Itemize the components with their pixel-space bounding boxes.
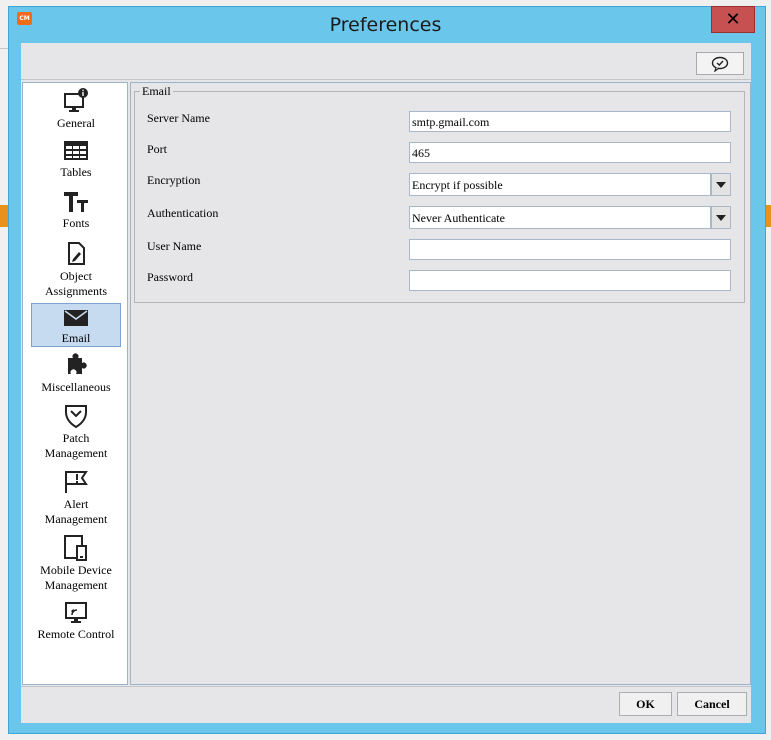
sidebar-item-label: Tables (60, 165, 92, 179)
authentication-label: Authentication (147, 206, 219, 220)
close-button[interactable]: ✕ (711, 6, 755, 33)
sidebar-item-label: Patch Management (44, 431, 108, 460)
devices-icon (64, 535, 87, 561)
sidebar-item-label: Miscellaneous (41, 380, 111, 394)
sidebar-item-label: Email (61, 331, 91, 345)
authentication-select[interactable]: Never Authenticate (409, 206, 731, 229)
sidebar-item-email[interactable]: Email (31, 303, 121, 347)
puzzle-icon (68, 353, 87, 374)
feedback-button[interactable] (696, 52, 744, 75)
encryption-dropdown-button[interactable] (711, 173, 731, 196)
encryption-select[interactable]: Encrypt if possible (409, 173, 731, 196)
chevron-down-icon (716, 214, 726, 221)
sidebar-item-label: Object Assignments (44, 269, 107, 298)
sidebar-item-label: General (57, 116, 95, 130)
sidebar-item-label: Alert Management (44, 497, 108, 526)
ok-button[interactable]: OK (619, 692, 672, 716)
sidebar-item-label: Remote Control (37, 627, 115, 641)
sidebar-item-label: Fonts (62, 216, 90, 230)
flag-icon (65, 471, 88, 493)
speech-bubble-check-icon (711, 56, 729, 72)
server-name-label: Server Name (147, 111, 210, 125)
toolbar-divider (21, 79, 751, 80)
sidebar-item-remote-control[interactable]: Remote Control (31, 601, 121, 642)
sidebar-item-fonts[interactable]: Fonts (31, 190, 121, 231)
sidebar-item-patch-management[interactable]: Patch Management (31, 403, 121, 461)
port-field[interactable]: 465 (409, 142, 731, 163)
cancel-button[interactable]: Cancel (677, 692, 747, 716)
close-icon: ✕ (725, 9, 741, 30)
dialog-title: Preferences (329, 14, 442, 36)
remote-screen-icon (65, 602, 87, 623)
sidebar-item-alert-management[interactable]: Alert Management (31, 469, 121, 527)
sidebar-item-general[interactable]: General (31, 88, 121, 131)
envelope-icon (64, 310, 88, 326)
encryption-label: Encryption (147, 173, 201, 187)
encryption-value: Encrypt if possible (409, 173, 711, 196)
chevron-down-icon (716, 181, 726, 188)
document-pen-icon (68, 242, 85, 265)
sidebar-item-object-assignments[interactable]: Object Assignments (31, 241, 121, 299)
password-field[interactable] (409, 270, 731, 291)
text-tt-icon (64, 192, 88, 212)
footer-divider (21, 686, 751, 687)
shield-icon (65, 405, 87, 429)
authentication-value: Never Authenticate (409, 206, 711, 229)
sidebar-item-miscellaneous[interactable]: Miscellaneous (31, 352, 121, 395)
password-label: Password (147, 270, 194, 284)
sidebar-item-label: Mobile Device Management (40, 563, 112, 592)
monitor-info-icon (64, 88, 88, 112)
port-label: Port (147, 142, 168, 156)
server-name-field[interactable]: smtp.gmail.com (409, 111, 731, 132)
table-grid-icon (64, 141, 88, 160)
sidebar-item-mobile-device-management[interactable]: Mobile Device Management (31, 535, 121, 593)
user-name-field[interactable] (409, 239, 731, 260)
sidebar-item-tables[interactable]: Tables (31, 139, 121, 180)
email-group-title: Email (140, 84, 173, 99)
user-name-label: User Name (147, 239, 202, 253)
authentication-dropdown-button[interactable] (711, 206, 731, 229)
